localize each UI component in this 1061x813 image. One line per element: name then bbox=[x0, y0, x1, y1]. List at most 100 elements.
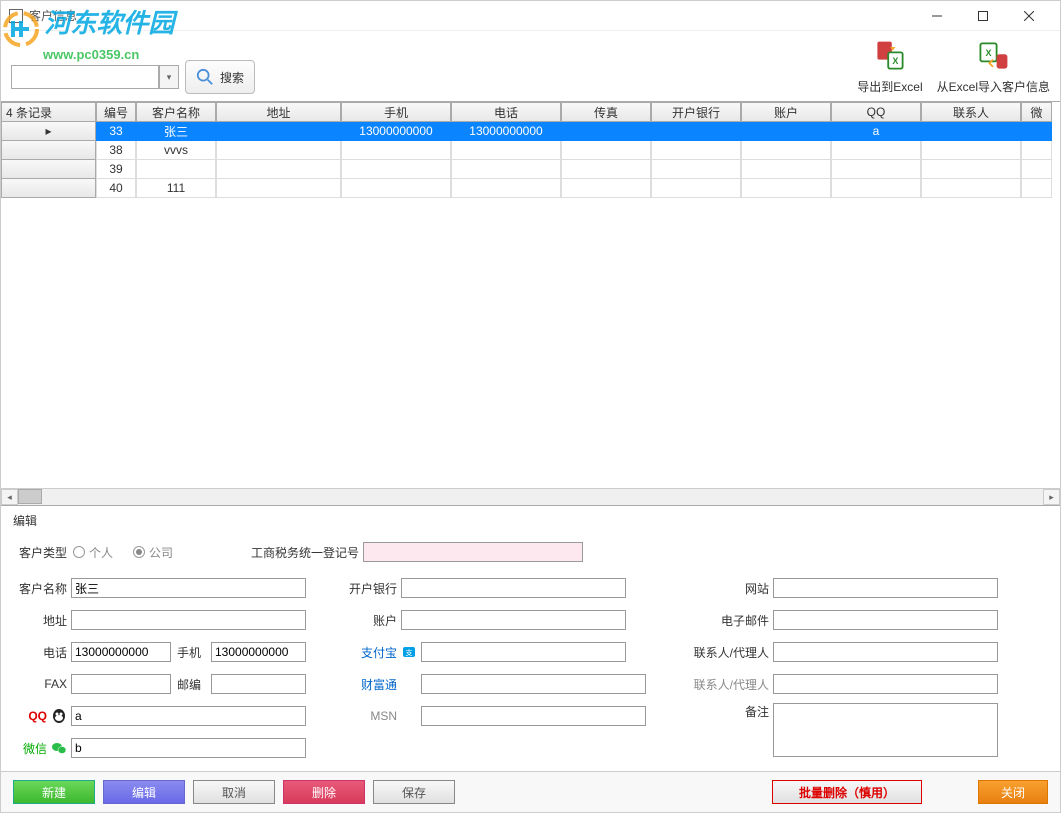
cell-addr[interactable] bbox=[216, 179, 341, 198]
cell-mobile[interactable] bbox=[341, 141, 451, 160]
cell-fax[interactable] bbox=[561, 141, 651, 160]
cell-mobile[interactable] bbox=[341, 179, 451, 198]
cell-id[interactable]: 33 bbox=[96, 122, 136, 141]
cell-qq[interactable] bbox=[831, 179, 921, 198]
search-button[interactable]: 搜索 bbox=[185, 60, 255, 94]
table-row[interactable]: 39 bbox=[1, 160, 1060, 179]
cell-last[interactable] bbox=[1021, 179, 1052, 198]
telephone-field[interactable] bbox=[71, 642, 171, 662]
contact2-field[interactable] bbox=[773, 674, 998, 694]
batch-delete-button[interactable]: 批量删除（慎用） bbox=[772, 780, 922, 804]
cell-acct[interactable] bbox=[741, 141, 831, 160]
cell-fax[interactable] bbox=[561, 160, 651, 179]
col-contact[interactable]: 联系人 bbox=[921, 102, 1021, 122]
remark-field[interactable] bbox=[773, 703, 998, 757]
mobile-field[interactable] bbox=[211, 642, 306, 662]
col-qq[interactable]: QQ bbox=[831, 102, 921, 122]
cell-name[interactable]: vvvs bbox=[136, 141, 216, 160]
label-alipay[interactable]: 支付宝 bbox=[343, 644, 401, 661]
address-field[interactable] bbox=[71, 610, 306, 630]
edit-button[interactable]: 编辑 bbox=[103, 780, 185, 804]
cell-name[interactable]: 111 bbox=[136, 179, 216, 198]
contact1-field[interactable] bbox=[773, 642, 998, 662]
col-account[interactable]: 账户 bbox=[741, 102, 831, 122]
maximize-button[interactable] bbox=[960, 2, 1006, 30]
cell-bank[interactable] bbox=[651, 122, 741, 141]
cell-last[interactable] bbox=[1021, 141, 1052, 160]
scroll-thumb[interactable] bbox=[18, 489, 42, 504]
table-row[interactable]: 38vvvs bbox=[1, 141, 1060, 160]
cell-id[interactable]: 40 bbox=[96, 179, 136, 198]
cell-bank[interactable] bbox=[651, 160, 741, 179]
close-panel-button[interactable]: 关闭 bbox=[978, 780, 1048, 804]
cell-tel[interactable] bbox=[451, 179, 561, 198]
wechat-field[interactable] bbox=[71, 738, 306, 758]
label-tenpay[interactable]: 财富通 bbox=[343, 676, 401, 693]
import-excel-button[interactable]: X 从Excel导入客户信息 bbox=[937, 38, 1050, 95]
tax-id-field[interactable] bbox=[363, 542, 583, 562]
scroll-left-button[interactable]: ◂ bbox=[1, 489, 18, 505]
cell-qq[interactable] bbox=[831, 160, 921, 179]
msn-field[interactable] bbox=[421, 706, 646, 726]
cell-name[interactable]: 张三 bbox=[136, 122, 216, 141]
qq-field[interactable] bbox=[71, 706, 306, 726]
cell-tel[interactable]: 13000000000 bbox=[451, 122, 561, 141]
fax-field[interactable] bbox=[71, 674, 171, 694]
cell-fax[interactable] bbox=[561, 179, 651, 198]
search-input[interactable] bbox=[11, 65, 159, 89]
data-grid[interactable]: 4 条记录 编号 客户名称 地址 手机 电话 传真 开户银行 账户 QQ 联系人… bbox=[1, 101, 1060, 505]
cell-qq[interactable]: a bbox=[831, 122, 921, 141]
cell-addr[interactable] bbox=[216, 160, 341, 179]
col-telephone[interactable]: 电话 bbox=[451, 102, 561, 122]
search-dropdown-button[interactable]: ▾ bbox=[159, 65, 179, 89]
cell-bank[interactable] bbox=[651, 141, 741, 160]
cell-mobile[interactable]: 13000000000 bbox=[341, 122, 451, 141]
email-field[interactable] bbox=[773, 610, 998, 630]
cell-contact[interactable] bbox=[921, 179, 1021, 198]
export-excel-button[interactable]: X 导出到Excel bbox=[857, 38, 922, 95]
cancel-button[interactable]: 取消 bbox=[193, 780, 275, 804]
col-mobile[interactable]: 手机 bbox=[341, 102, 451, 122]
horizontal-scrollbar[interactable]: ◂ ▸ bbox=[1, 488, 1060, 505]
radio-personal[interactable]: 个人 bbox=[73, 544, 113, 561]
account-field[interactable] bbox=[401, 610, 626, 630]
cell-contact[interactable] bbox=[921, 122, 1021, 141]
alipay-field[interactable] bbox=[421, 642, 626, 662]
customer-name-field[interactable] bbox=[71, 578, 306, 598]
cell-last[interactable] bbox=[1021, 160, 1052, 179]
cell-acct[interactable] bbox=[741, 122, 831, 141]
minimize-button[interactable] bbox=[914, 2, 960, 30]
radio-company[interactable]: 公司 bbox=[133, 544, 173, 561]
cell-fax[interactable] bbox=[561, 122, 651, 141]
cell-id[interactable]: 39 bbox=[96, 160, 136, 179]
cell-acct[interactable] bbox=[741, 160, 831, 179]
col-wechat[interactable]: 微 bbox=[1021, 102, 1052, 122]
table-row[interactable]: ▸33张三1300000000013000000000a bbox=[1, 122, 1060, 141]
col-id[interactable]: 编号 bbox=[96, 102, 136, 122]
col-fax[interactable]: 传真 bbox=[561, 102, 651, 122]
cell-acct[interactable] bbox=[741, 179, 831, 198]
cell-qq[interactable] bbox=[831, 141, 921, 160]
website-field[interactable] bbox=[773, 578, 998, 598]
col-bank[interactable]: 开户银行 bbox=[651, 102, 741, 122]
cell-id[interactable]: 38 bbox=[96, 141, 136, 160]
cell-name[interactable] bbox=[136, 160, 216, 179]
zip-field[interactable] bbox=[211, 674, 306, 694]
tenpay-field[interactable] bbox=[421, 674, 646, 694]
col-customer-name[interactable]: 客户名称 bbox=[136, 102, 216, 122]
delete-button[interactable]: 删除 bbox=[283, 780, 365, 804]
scroll-right-button[interactable]: ▸ bbox=[1043, 489, 1060, 505]
cell-last[interactable] bbox=[1021, 122, 1052, 141]
cell-contact[interactable] bbox=[921, 160, 1021, 179]
cell-addr[interactable] bbox=[216, 122, 341, 141]
new-button[interactable]: 新建 bbox=[13, 780, 95, 804]
cell-addr[interactable] bbox=[216, 141, 341, 160]
save-button[interactable]: 保存 bbox=[373, 780, 455, 804]
bank-field[interactable] bbox=[401, 578, 626, 598]
close-button[interactable] bbox=[1006, 2, 1052, 30]
col-address[interactable]: 地址 bbox=[216, 102, 341, 122]
cell-tel[interactable] bbox=[451, 160, 561, 179]
cell-contact[interactable] bbox=[921, 141, 1021, 160]
table-row[interactable]: 40111 bbox=[1, 179, 1060, 198]
cell-bank[interactable] bbox=[651, 179, 741, 198]
